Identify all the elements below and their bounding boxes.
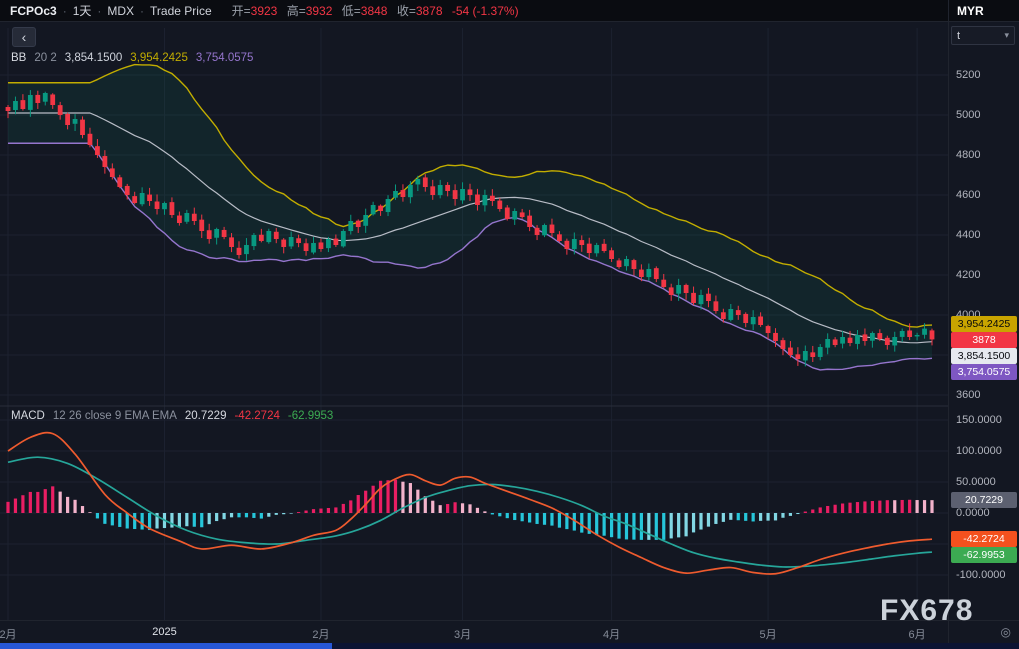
back-button[interactable]: ‹ — [12, 27, 36, 47]
interval-selector[interactable]: 1天 — [73, 2, 92, 19]
time-axis-label: 3月 — [453, 629, 472, 641]
chart-header: FCPOc3 · 1天 · MDX · Trade Price 开=3923 高… — [0, 0, 948, 22]
separator-dot: · — [140, 3, 145, 18]
low-label: 低= — [341, 4, 361, 18]
bottom-bar-progress — [0, 643, 332, 649]
high-label: 高= — [286, 4, 306, 18]
symbol-name[interactable]: FCPOc3 — [10, 4, 57, 18]
bb-upper-value: 3,954.2425 — [130, 52, 188, 64]
axis-tick-label: 50.0000 — [956, 476, 996, 488]
macd-params: 12 26 close 9 EMA EMA — [52, 410, 177, 422]
bb-lower-value: 3,754.0575 — [195, 52, 254, 64]
exchange-label: MDX — [107, 3, 135, 18]
separator-dot: · — [62, 3, 67, 18]
chart-canvas[interactable] — [0, 0, 948, 643]
time-axis-label: 2025 — [152, 626, 177, 638]
axis-tick-label: 5200 — [956, 69, 981, 81]
currency-dropdown[interactable]: t ▾ — [951, 26, 1015, 45]
axis-tick-label: 4400 — [956, 229, 981, 241]
axis-tick-label: 3600 — [956, 389, 981, 401]
macd-label: MACD — [11, 410, 45, 422]
axis-price-badge: -62.9953 — [951, 547, 1017, 564]
target-icon: ◎ — [1000, 625, 1011, 639]
currency-label: MYR — [957, 3, 984, 18]
macd-signal-value: -62.9953 — [287, 410, 334, 422]
close-value: 3878 — [415, 4, 443, 18]
open-label: 开= — [231, 4, 251, 18]
axis-tick-label: 5000 — [956, 109, 981, 121]
bb-basis-value: 3,854.1500 — [64, 52, 123, 64]
macd-hist-value: 20.7229 — [184, 410, 227, 422]
axis-tick-label: 4600 — [956, 189, 981, 201]
chevron-down-icon: ▾ — [1004, 30, 1009, 40]
high-value: 3932 — [305, 4, 333, 18]
axis-tick-label: 4200 — [956, 269, 981, 281]
close-label: 收= — [396, 4, 416, 18]
separator-dot: · — [97, 3, 102, 18]
macd-indicator-legend[interactable]: MACD 12 26 close 9 EMA EMA 20.7229 -42.2… — [11, 410, 333, 422]
bb-indicator-legend[interactable]: BB 20 2 3,854.1500 3,954.2425 3,754.0575 — [11, 52, 253, 64]
axis-tick-label: 0.0000 — [956, 507, 990, 519]
dropdown-value: t — [957, 29, 961, 42]
low-value: 3848 — [360, 4, 388, 18]
axis-corner: ◎ — [948, 620, 1019, 643]
ohlc-readout: 开=3923 高=3932 低=3848 收=3878 -54 (-1.37%) — [226, 2, 519, 19]
time-axis-label: 5月 — [759, 629, 777, 641]
bb-params: 20 2 — [34, 52, 57, 64]
axis-tick-label: 150.0000 — [956, 414, 1002, 426]
axis-price-badge: 20.7229 — [951, 492, 1017, 509]
axis-price-badge: 3,754.0575 — [951, 364, 1017, 381]
price-change: -54 (-1.37%) — [451, 4, 519, 18]
axis-price-badge: 3,954.2425 — [951, 316, 1017, 333]
time-axis[interactable]: 2月 2025 2月 3月 4月 5月 6月 — [0, 620, 948, 643]
axis-tick-label: 100.0000 — [956, 445, 1002, 457]
time-axis-label: 2月 — [0, 629, 17, 641]
price-axis[interactable]: 520050004800460044004200400038003600150.… — [948, 0, 1019, 649]
time-axis-label: 2月 — [312, 629, 330, 641]
price-type-label: Trade Price — [150, 3, 212, 18]
axis-price-badge: 3878 — [951, 332, 1017, 349]
axis-price-badge: -42.2724 — [951, 531, 1017, 548]
axis-price-badge: 3,854.1500 — [951, 348, 1017, 365]
axis-tick-label: -100.0000 — [956, 569, 1006, 581]
time-axis-label: 6月 — [908, 629, 926, 641]
time-axis-label: 4月 — [603, 629, 621, 641]
axis-tick-label: 4800 — [956, 149, 981, 161]
trading-chart-app: FCPOc3 · 1天 · MDX · Trade Price 开=3923 高… — [0, 0, 1019, 649]
bb-label: BB — [11, 52, 27, 64]
bottom-bar — [0, 643, 1019, 649]
macd-line-value: -42.2724 — [234, 410, 280, 422]
open-value: 3923 — [250, 4, 278, 18]
currency-toggle[interactable]: MYR — [948, 0, 1019, 22]
back-arrow-icon: ‹ — [21, 29, 27, 45]
